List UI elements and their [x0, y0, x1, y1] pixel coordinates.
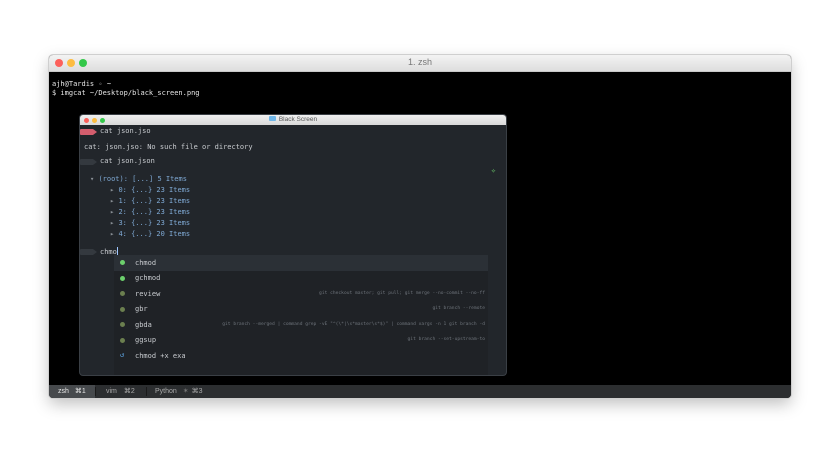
- chevron-right-icon: ▸: [110, 219, 115, 227]
- prompt-user: ajh@Tardis: [52, 80, 95, 88]
- image-window: Black Screen cat json.jso cat: json.jso:…: [80, 115, 506, 375]
- function-icon: [120, 260, 125, 265]
- autocomplete-item: review git checkout master; git pull; gi…: [114, 286, 488, 302]
- tab-activity-icon: ✶: [182, 388, 189, 395]
- prompt-line: ajh@Tardis ∘ ~: [52, 80, 111, 89]
- chevron-right-icon: ▸: [110, 186, 115, 194]
- error-prompt-icon: [80, 129, 97, 135]
- tree-item: ▸ 2: {...} 23 Items: [110, 208, 191, 216]
- magic-wand-icon: ✧: [491, 166, 496, 175]
- prompt-icon: [80, 249, 97, 255]
- prompt-directory: ~: [106, 80, 112, 88]
- image-window-title: Black Screen: [80, 116, 506, 123]
- prompt-separator: ∘: [98, 80, 103, 88]
- tree-item: ▸ 3: {...} 23 Items: [110, 219, 191, 227]
- function-icon: [120, 275, 125, 281]
- command-line: $ imgcat ~/Desktop/black_screen.png: [52, 89, 200, 97]
- chevron-right-icon: ▸: [110, 208, 115, 216]
- tab-bar: zsh ⌘1 vim ⌘2 Python ✶ ⌘3: [49, 385, 791, 398]
- alias-icon: [120, 306, 125, 312]
- text-cursor: [116, 247, 118, 255]
- title-bar: 1. zsh: [49, 55, 791, 72]
- autocomplete-item: chmod: [114, 255, 488, 271]
- prompt-icon: [80, 159, 97, 165]
- autocomplete-menu: chmod gchmod review git checkout master;…: [114, 255, 488, 375]
- autocomplete-item: gchmod: [114, 271, 488, 287]
- command-1: cat json.jso: [100, 127, 151, 135]
- tab-zsh[interactable]: zsh ⌘1: [49, 385, 95, 398]
- alias-icon: [120, 322, 125, 327]
- tree-root: ▾ (root): [...] 5 Items: [90, 175, 187, 183]
- window-title: 1. zsh: [407, 57, 432, 67]
- chevron-right-icon: ▸: [110, 230, 115, 238]
- chevron-right-icon: ▸: [110, 197, 115, 205]
- folder-icon: [268, 116, 276, 121]
- image-title-bar: Black Screen: [80, 115, 506, 125]
- autocomplete-item: ggsup git branch --set-upstream-to: [114, 333, 488, 349]
- autocomplete-item: gbr git branch --remote: [114, 302, 488, 318]
- error-message: cat: json.jso: No such file or directory: [84, 143, 253, 151]
- terminal-window: 1. zsh ajh@Tardis ∘ ~ $ imgcat ~/Desktop…: [49, 55, 791, 398]
- alias-icon: [120, 291, 125, 296]
- tree-item: ▸ 1: {...} 23 Items: [110, 197, 191, 205]
- autocomplete-item: ↺ chmod +x exa: [120, 351, 186, 360]
- tree-item: ▸ 0: {...} 23 Items: [110, 186, 191, 194]
- autocomplete-item: gbda git branch --merged | command grep …: [114, 317, 488, 333]
- command-2: cat json.json: [100, 157, 155, 165]
- tab-vim[interactable]: vim ⌘2: [96, 385, 146, 398]
- tree-item: ▸ 4: {...} 20 Items: [110, 230, 191, 238]
- alias-icon: [120, 337, 125, 343]
- tab-python[interactable]: Python ✶ ⌘3: [147, 385, 217, 398]
- chevron-down-icon: ▾: [90, 175, 95, 183]
- history-icon: ↺: [120, 351, 125, 359]
